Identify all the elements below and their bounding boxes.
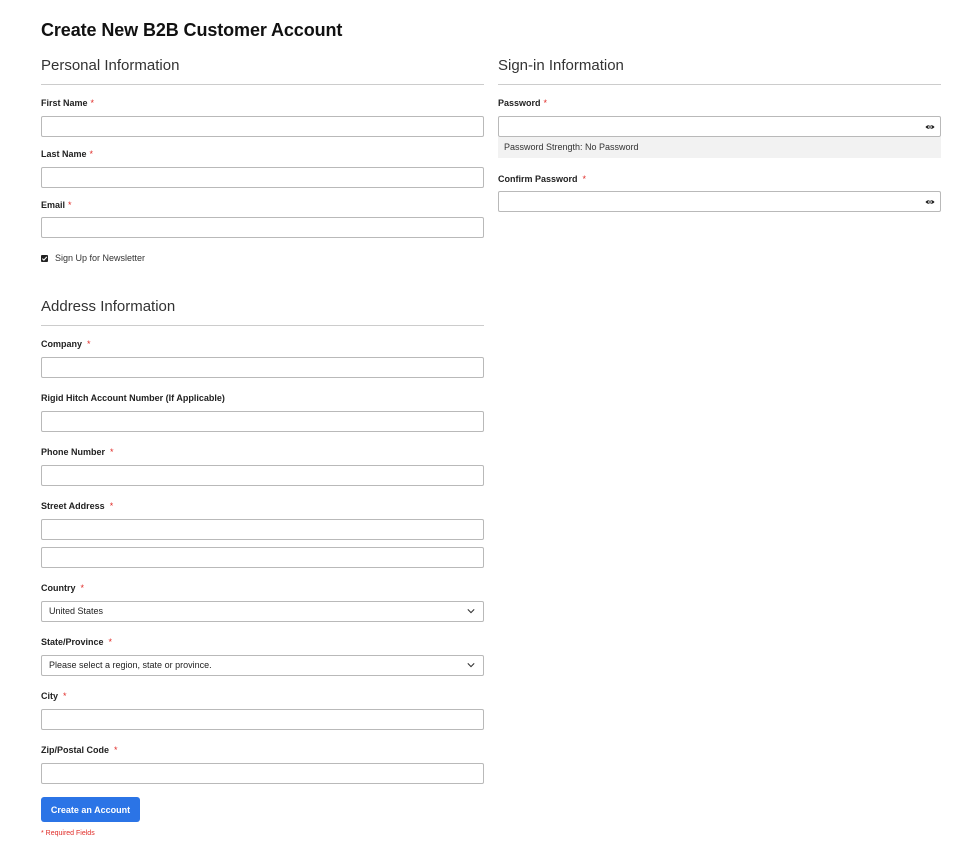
- address-information-title: Address Information: [41, 297, 484, 326]
- chevron-down-icon: [467, 609, 475, 614]
- personal-information-section: Personal Information: [41, 56, 484, 85]
- email-field: Email *: [41, 199, 72, 211]
- password-field: Password *: [498, 97, 547, 109]
- required-marker: *: [582, 174, 587, 184]
- state-select[interactable]: Please select a region, state or provinc…: [41, 655, 484, 676]
- account-number-input[interactable]: [41, 411, 484, 432]
- password-strength-meter: Password Strength: No Password: [498, 137, 941, 158]
- account-number-field: Rigid Hitch Account Number (If Applicabl…: [41, 392, 225, 404]
- newsletter-option[interactable]: Sign Up for Newsletter: [41, 253, 145, 263]
- create-account-button[interactable]: Create an Account: [41, 797, 140, 822]
- create-account-page: Create New B2B Customer Account Personal…: [0, 0, 979, 861]
- zip-field: Zip/Postal Code *: [41, 744, 118, 756]
- required-marker: *: [89, 149, 94, 159]
- checkmark-icon: [41, 256, 48, 261]
- signin-information-section: Sign-in Information: [498, 56, 941, 85]
- first-name-label: First Name *: [41, 98, 95, 108]
- account-number-label: Rigid Hitch Account Number (If Applicabl…: [41, 393, 225, 403]
- password-label: Password *: [498, 98, 548, 108]
- required-fields-note: * Required Fields: [41, 830, 95, 837]
- chevron-down-icon: [467, 663, 475, 668]
- address-information-section: Address Information: [41, 297, 484, 326]
- last-name-input[interactable]: [41, 167, 484, 188]
- show-password-eye-icon[interactable]: [925, 197, 935, 207]
- phone-label: Phone Number *: [41, 447, 114, 457]
- required-marker: *: [109, 501, 114, 511]
- first-name-input[interactable]: [41, 116, 484, 137]
- zip-input[interactable]: [41, 763, 484, 784]
- state-label: State/Province *: [41, 637, 113, 647]
- required-marker: *: [110, 447, 114, 457]
- required-marker: *: [90, 98, 95, 108]
- city-label: City *: [41, 691, 67, 701]
- required-marker: *: [63, 691, 67, 701]
- email-label: Email *: [41, 200, 72, 210]
- confirm-password-field: Confirm Password *: [498, 173, 586, 185]
- zip-label: Zip/Postal Code *: [41, 745, 118, 755]
- phone-field: Phone Number *: [41, 446, 114, 458]
- country-field: Country *: [41, 582, 84, 594]
- password-input[interactable]: [498, 116, 941, 137]
- state-selected-value: Please select a region, state or provinc…: [49, 660, 212, 670]
- required-marker: *: [114, 745, 118, 755]
- required-marker: *: [68, 200, 72, 210]
- company-label: Company *: [41, 339, 91, 349]
- confirm-password-label: Confirm Password *: [498, 174, 587, 184]
- required-marker: *: [543, 98, 548, 108]
- country-selected-value: United States: [49, 606, 104, 616]
- signin-information-title: Sign-in Information: [498, 56, 941, 85]
- first-name-field: First Name *: [41, 97, 94, 109]
- newsletter-checkbox[interactable]: [41, 254, 48, 262]
- email-input[interactable]: [41, 217, 484, 238]
- last-name-label: Last Name *: [41, 149, 94, 159]
- state-field: State/Province *: [41, 636, 112, 648]
- street-address-line1-input[interactable]: [41, 519, 484, 540]
- show-password-eye-icon[interactable]: [925, 122, 935, 132]
- company-field: Company *: [41, 338, 91, 350]
- required-marker: *: [87, 339, 91, 349]
- page-title: Create New B2B Customer Account: [41, 20, 343, 40]
- personal-information-title: Personal Information: [41, 56, 484, 85]
- city-field: City *: [41, 690, 67, 702]
- street-address-field: Street Address *: [41, 500, 113, 512]
- country-label: Country *: [41, 583, 85, 593]
- city-input[interactable]: [41, 709, 484, 730]
- phone-input[interactable]: [41, 465, 484, 486]
- street-address-label: Street Address *: [41, 501, 114, 511]
- required-marker: *: [80, 583, 85, 593]
- company-input[interactable]: [41, 357, 484, 378]
- street-address-line2-input[interactable]: [41, 547, 484, 568]
- required-marker: *: [108, 637, 113, 647]
- newsletter-label: Sign Up for Newsletter: [55, 253, 146, 263]
- confirm-password-input[interactable]: [498, 191, 941, 212]
- country-select[interactable]: United States: [41, 601, 484, 622]
- last-name-field: Last Name *: [41, 148, 93, 160]
